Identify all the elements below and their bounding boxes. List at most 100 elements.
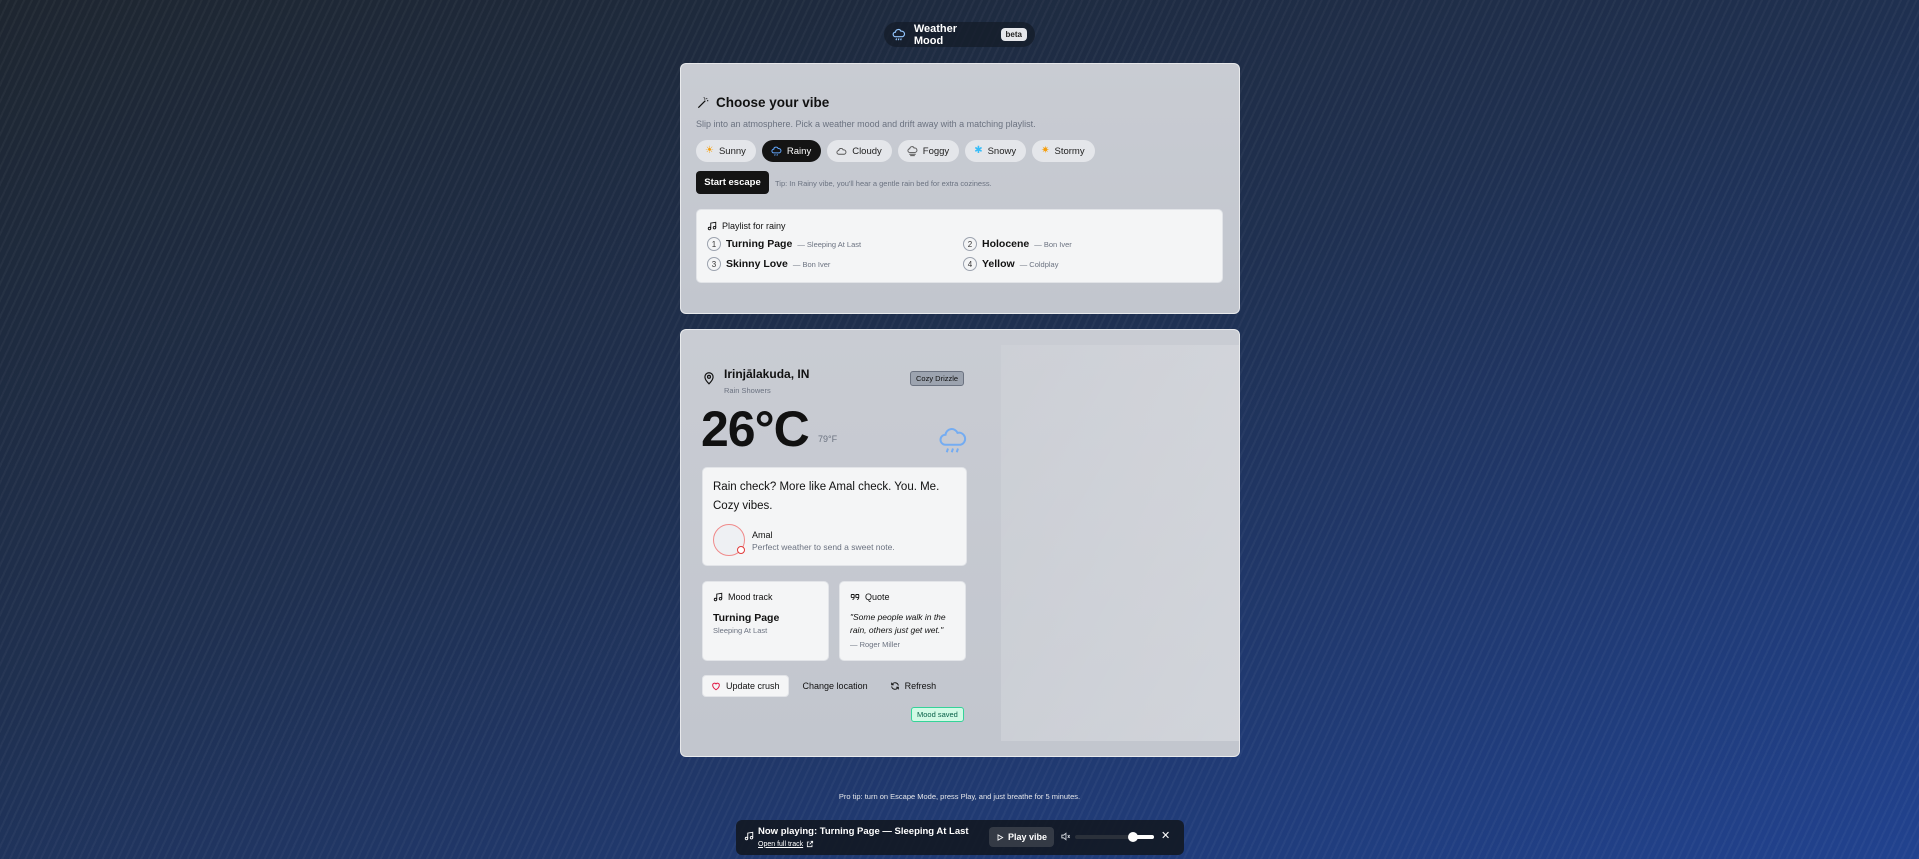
pro-tip: Pro tip: turn on Escape Mode, press Play…: [838, 792, 1081, 801]
mood-track-card[interactable]: Mood track Turning Page Sleeping At Last: [702, 581, 829, 661]
play-vibe-label: Play vibe: [1007, 832, 1048, 842]
sweet-note-card: Rain check? More like Amal check. You. M…: [702, 467, 967, 566]
vibe-panel: Choose your vibe Slip into an atmosphere…: [680, 63, 1240, 314]
volume-slider[interactable]: [1075, 832, 1154, 842]
cloud-rain-icon: [939, 428, 967, 453]
volume-icon[interactable]: [1060, 831, 1071, 842]
volume-knob[interactable]: [1128, 832, 1138, 842]
close-player-button[interactable]: ✕: [1161, 829, 1170, 842]
location-block: Irinjālakuda, IN Rain Showers: [702, 367, 809, 395]
mood-chip-label: Foggy: [922, 145, 950, 157]
open-full-track-link[interactable]: Open full track: [758, 840, 814, 848]
music-note-icon: [707, 221, 717, 231]
playlist-heading: Playlist for rainy: [707, 221, 786, 231]
magic-wand-icon: [697, 96, 709, 108]
avatar[interactable]: [713, 524, 745, 556]
refresh-label: Refresh: [904, 681, 937, 691]
track-artist: — Coldplay: [1019, 259, 1059, 269]
quote-author: — Roger Miller: [850, 640, 901, 649]
update-crush-label: Update crush: [726, 681, 780, 691]
lightning-icon: ✷: [1041, 145, 1050, 156]
mood-chip-snowy[interactable]: ✱ Snowy: [965, 140, 1027, 162]
track-name: Skinny Love: [726, 258, 788, 270]
change-location-button[interactable]: Change location: [795, 675, 876, 697]
fog-icon: [907, 145, 918, 156]
refresh-button[interactable]: Refresh: [882, 675, 945, 697]
music-note-icon: [744, 831, 754, 841]
playlist-track[interactable]: 3 Skinny Love — Bon Iver: [707, 257, 830, 271]
track-artist: — Sleeping At Last: [797, 239, 862, 249]
track-name: Turning Page: [726, 238, 793, 250]
music-note-icon: [713, 592, 723, 602]
quote-text: "Some people walk in the rain, others ju…: [850, 612, 946, 635]
playlist-heading-text: Playlist for rainy: [722, 221, 786, 231]
playlist-card: Playlist for rainy 1 Turning Page — Slee…: [696, 209, 1223, 283]
heart-icon: [712, 682, 720, 691]
snowflake-icon: ✱: [974, 145, 983, 156]
track-artist: — Bon Iver: [792, 259, 831, 269]
note-subtitle: Perfect weather to send a sweet note.: [752, 542, 895, 552]
playlist-track[interactable]: 4 Yellow — Coldplay: [963, 257, 1058, 271]
track-name: Yellow: [982, 258, 1015, 270]
mood-saved-toast: Mood saved: [911, 707, 964, 722]
track-number: 1: [707, 237, 721, 251]
mood-chip-rainy[interactable]: Rainy: [761, 140, 822, 162]
action-bar: Update crush Change location Refresh: [702, 675, 944, 697]
cloud-rain-icon: [771, 146, 782, 156]
weather-condition: Rain Showers: [724, 386, 771, 395]
heart-badge-icon: [737, 546, 745, 554]
vibe-tip: Tip: In Rainy vibe, you'll hear a gentle…: [775, 179, 992, 188]
app-brand: Weather Mood beta: [884, 22, 1035, 47]
play-vibe-button[interactable]: Play vibe: [989, 827, 1054, 847]
mood-chip-label: Stormy: [1054, 145, 1085, 157]
mood-track-heading-text: Mood track: [728, 592, 773, 602]
temperature-fahrenheit: 79°F: [818, 434, 838, 444]
note-recipient: Amal: [752, 530, 773, 540]
mood-track-artist: Sleeping At Last: [713, 626, 768, 635]
mood-chip-label: Cloudy: [852, 145, 882, 157]
playlist-track[interactable]: 1 Turning Page — Sleeping At Last: [707, 237, 861, 251]
track-number: 4: [963, 257, 977, 271]
beta-badge: beta: [1000, 28, 1027, 41]
update-crush-button[interactable]: Update crush: [702, 675, 789, 697]
quote-card: Quote "Some people walk in the rain, oth…: [839, 581, 966, 661]
vibe-title: Choose your vibe: [716, 95, 830, 110]
quote-heading: Quote: [850, 592, 890, 602]
external-link-icon: [807, 840, 814, 848]
cloud-rain-icon: [892, 28, 906, 40]
start-escape-button[interactable]: Start escape: [696, 171, 769, 194]
now-playing-text: Now playing: Turning Page — Sleeping At …: [758, 826, 969, 837]
note-message: Rain check? More like Amal check. You. M…: [713, 481, 940, 512]
mood-track-heading: Mood track: [713, 592, 773, 602]
open-full-track-label: Open full track: [758, 840, 804, 848]
mood-chip-foggy[interactable]: Foggy: [897, 140, 960, 162]
refresh-icon: [890, 682, 899, 690]
now-playing-bar: Now playing: Turning Page — Sleeping At …: [736, 820, 1184, 855]
mood-track-title: Turning Page: [713, 612, 780, 624]
temperature-celsius: 26°C: [701, 401, 810, 457]
track-name: Holocene: [982, 238, 1030, 250]
mood-chip-sunny[interactable]: ☀ Sunny: [696, 140, 756, 162]
mood-chip-cloudy[interactable]: Cloudy: [827, 140, 892, 162]
track-number: 2: [963, 237, 977, 251]
cloud-icon: [836, 147, 847, 155]
track-artist: — Bon Iver: [1034, 239, 1072, 249]
mood-tag-badge: Cozy Drizzle: [910, 371, 965, 386]
playlist-track[interactable]: 2 Holocene — Bon Iver: [963, 237, 1072, 251]
quote-icon: [850, 594, 860, 600]
vibe-subtitle: Slip into an atmosphere. Pick a weather …: [696, 119, 1036, 129]
quote-heading-text: Quote: [865, 592, 890, 602]
mood-chip-stormy[interactable]: ✷ Stormy: [1032, 140, 1095, 162]
weather-panel: Irinjālakuda, IN Rain Showers Cozy Drizz…: [680, 329, 1240, 757]
city-name: Irinjālakuda, IN: [724, 367, 810, 381]
mood-chip-label: Snowy: [987, 145, 1017, 157]
mood-chip-label: Rainy: [786, 145, 812, 157]
app-title: Weather Mood: [913, 22, 958, 47]
vibe-title-row: Choose your vibe: [696, 95, 829, 110]
track-number: 3: [707, 257, 721, 271]
sun-icon: ☀: [705, 145, 714, 156]
mood-chips: ☀ Sunny Rainy Cloudy Foggy ✱ Snowy ✷ Sto…: [696, 140, 1095, 162]
play-icon: [997, 833, 1004, 841]
mood-chip-label: Sunny: [718, 145, 746, 157]
map-pin-icon: [704, 372, 714, 385]
